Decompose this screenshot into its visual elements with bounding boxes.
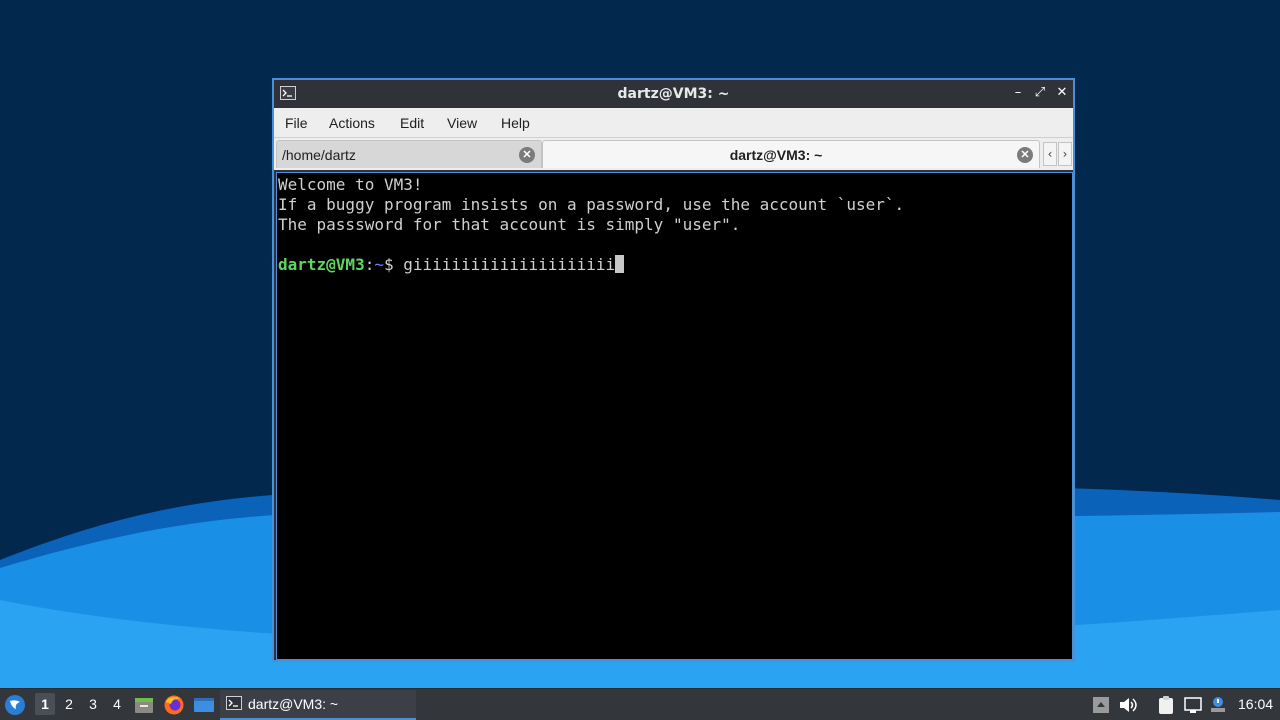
clock[interactable]: 16:04 [1238, 696, 1273, 712]
terminal-line: Welcome to VM3! [278, 175, 423, 194]
network-icon[interactable] [1182, 694, 1204, 716]
tab-scroll-right-icon[interactable]: › [1058, 142, 1072, 166]
clipboard-icon[interactable] [1155, 694, 1177, 716]
prompt-line: dartz@VM3:~$ giiiiiiiiiiiiiiiiiiiii [278, 255, 1072, 275]
text-cursor [615, 255, 625, 273]
tab-label: dartz@VM3: ~ [729, 147, 823, 163]
start-menu-icon[interactable] [4, 694, 26, 716]
tab-scroll-left-icon[interactable]: ‹ [1043, 142, 1057, 166]
terminal-window[interactable]: dartz@VM3: ~ – ⤢ ✕ File Actions Edit Vie… [272, 78, 1075, 662]
workspace-4[interactable]: 4 [108, 696, 126, 712]
terminal-line: The passsword for that account is simply… [278, 215, 741, 234]
minimize-button[interactable]: – [1010, 85, 1026, 101]
firefox-icon[interactable] [163, 694, 185, 716]
tab-close-icon[interactable]: ✕ [1017, 147, 1033, 163]
prompt-separator: : [364, 255, 375, 274]
menu-help[interactable]: Help [501, 115, 530, 131]
workspace-2[interactable]: 2 [60, 696, 78, 712]
taskbar-item-label: dartz@VM3: ~ [248, 696, 339, 712]
close-button[interactable]: ✕ [1054, 85, 1070, 101]
tab-label: /home/dartz [282, 147, 356, 163]
prompt-symbol: $ [383, 255, 404, 274]
tab-dartz-vm3[interactable]: dartz@VM3: ~ ✕ [542, 140, 1040, 168]
menu-edit[interactable]: Edit [400, 115, 424, 131]
window-title: dartz@VM3: ~ [617, 86, 730, 102]
menu-actions[interactable]: Actions [329, 115, 375, 131]
tab-bar: /home/dartz ✕ dartz@VM3: ~ ✕ ‹ › [274, 138, 1073, 170]
tab-home-dartz[interactable]: /home/dartz ✕ [276, 140, 542, 168]
tray-expand-icon[interactable] [1090, 694, 1112, 716]
notification-icon[interactable] [1207, 694, 1229, 716]
title-bar[interactable]: dartz@VM3: ~ – ⤢ ✕ [274, 80, 1073, 108]
maximize-button[interactable]: ⤢ [1032, 85, 1048, 101]
prompt-path: ~ [374, 255, 384, 274]
terminal-icon [226, 696, 242, 710]
taskbar-item-terminal[interactable]: dartz@VM3: ~ [220, 690, 416, 720]
command-input[interactable]: giiiiiiiiiiiiiiiiiiiii [403, 255, 615, 274]
volume-icon[interactable] [1117, 694, 1139, 716]
tab-close-icon[interactable]: ✕ [519, 147, 535, 163]
menu-file[interactable]: File [285, 115, 308, 131]
workspace-1[interactable]: 1 [35, 693, 55, 715]
terminal-line: If a buggy program insists on a password… [278, 195, 905, 214]
menu-view[interactable]: View [447, 115, 477, 131]
desktop-icon[interactable] [193, 694, 215, 716]
taskbar: 1 2 3 4 dartz@VM3: ~ 16:04 [0, 688, 1280, 720]
prompt-user: dartz@VM3 [278, 255, 365, 274]
file-manager-icon[interactable] [133, 694, 155, 716]
workspace-3[interactable]: 3 [84, 696, 102, 712]
menu-bar: File Actions Edit View Help [274, 108, 1073, 138]
terminal-output[interactable]: Welcome to VM3! If a buggy program insist… [276, 172, 1073, 660]
